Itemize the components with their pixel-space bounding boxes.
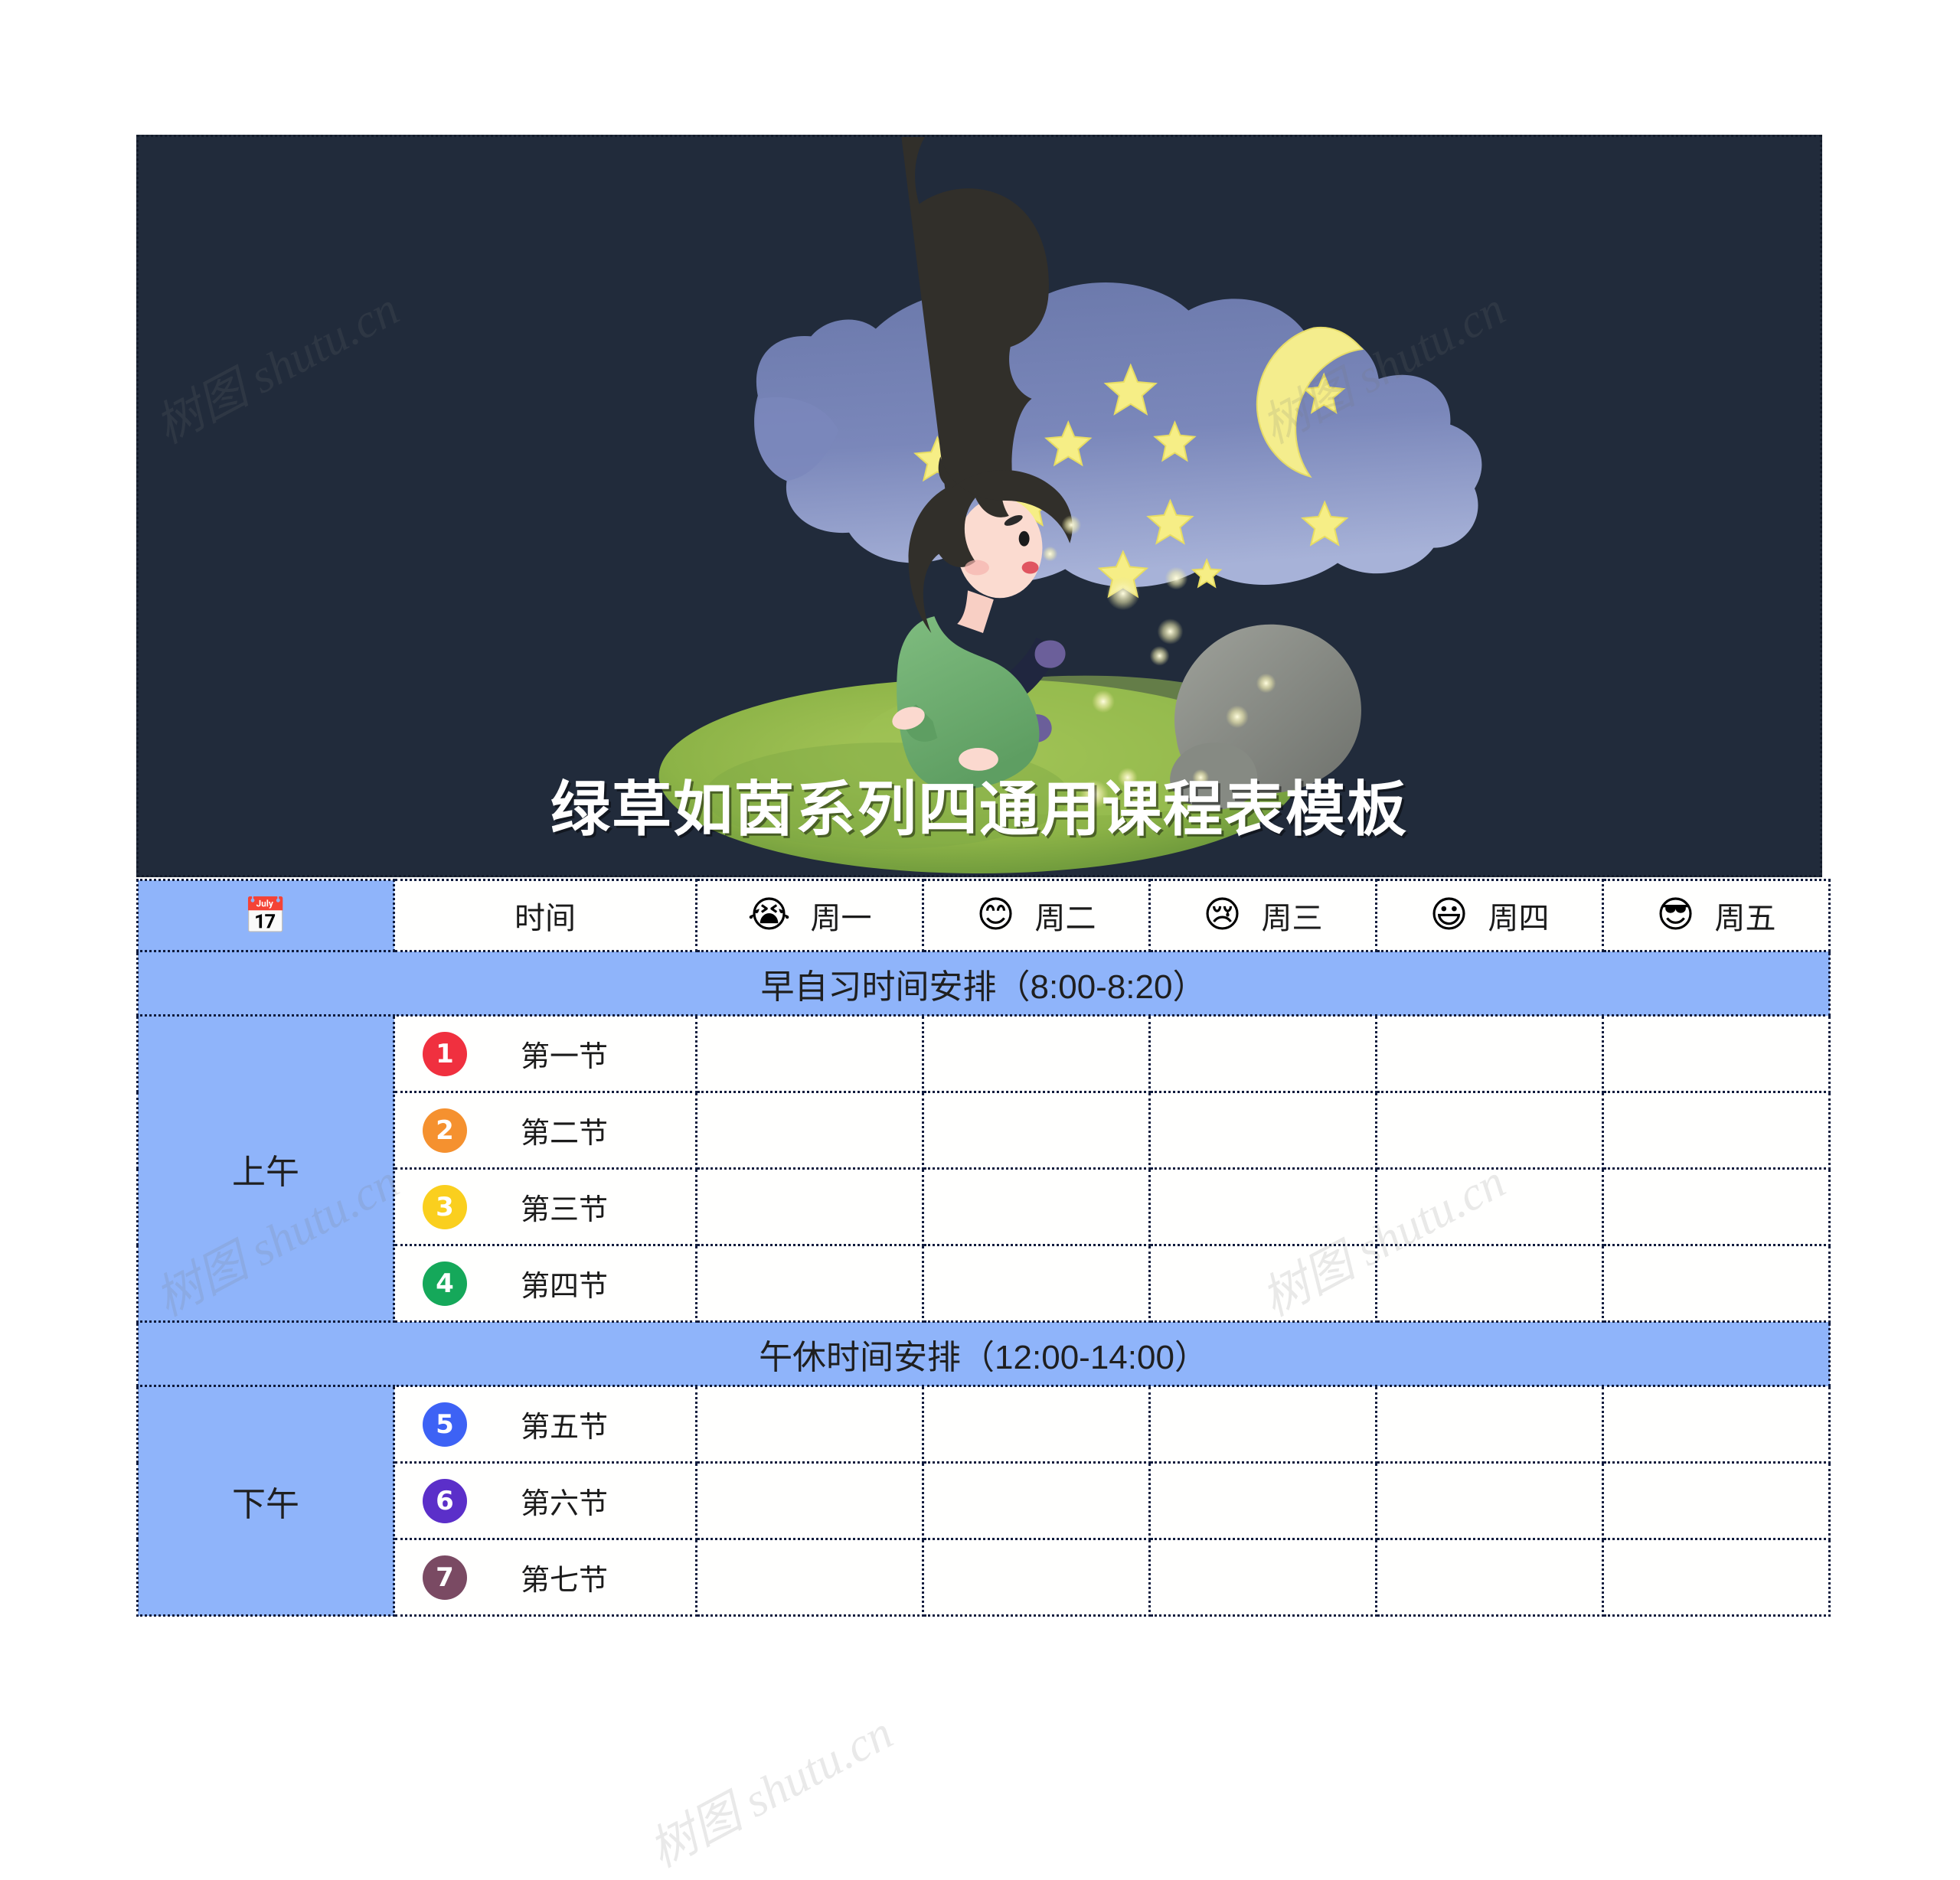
smiling-face-icon: 😊	[976, 895, 1015, 935]
period-cell: 3 第三节	[393, 1167, 697, 1246]
day-header-thursday: 😃 周四	[1375, 879, 1604, 952]
period-badge: 7	[423, 1555, 467, 1600]
class-slot[interactable]	[1602, 1244, 1831, 1323]
day-label: 周二	[1034, 902, 1096, 935]
period-label: 第四节	[520, 1271, 608, 1303]
period-label: 第七节	[520, 1565, 608, 1597]
period-cell: 5 第五节	[393, 1385, 697, 1464]
class-slot[interactable]	[922, 1014, 1151, 1093]
class-slot[interactable]	[922, 1091, 1151, 1170]
header-banner: 绿草如茵系列四通用课程表模板	[136, 135, 1822, 877]
period-cell: 7 第七节	[393, 1538, 697, 1617]
watermark: 树图 shutu.cn	[641, 1706, 901, 1878]
period-cell: 2 第二节	[393, 1091, 697, 1170]
night-sky-ribbon	[754, 282, 1482, 599]
class-slot[interactable]	[1148, 1091, 1377, 1170]
period-badge: 4	[423, 1261, 467, 1306]
day-header-monday: 😭 周一	[695, 879, 924, 952]
day-label: 周三	[1261, 902, 1323, 935]
lunch-break-band-row: 午休时间安排（12:00-14:00）	[136, 1320, 1831, 1387]
period-cell: 4 第四节	[393, 1244, 697, 1323]
class-slot[interactable]	[1148, 1461, 1377, 1540]
class-slot[interactable]	[1375, 1461, 1604, 1540]
class-slot[interactable]	[1602, 1091, 1831, 1170]
loudly-crying-face-icon: 😭	[747, 895, 791, 935]
class-slot[interactable]	[695, 1091, 924, 1170]
class-slot[interactable]	[1148, 1385, 1377, 1464]
class-slot[interactable]	[1375, 1538, 1604, 1617]
class-slot[interactable]	[695, 1385, 924, 1464]
time-column-header: 时间	[393, 879, 697, 952]
sunglasses-face-icon: 😎	[1656, 895, 1695, 935]
day-header-tuesday: 😊 周二	[922, 879, 1151, 952]
day-header-wednesday: 😢 周三	[1148, 879, 1377, 952]
class-slot[interactable]	[922, 1461, 1151, 1540]
calendar-cell: 📅	[136, 879, 395, 952]
period-label: 第二节	[520, 1118, 608, 1150]
session-label-afternoon: 下午	[136, 1385, 395, 1617]
period-badge: 2	[423, 1108, 467, 1153]
class-slot[interactable]	[1148, 1014, 1377, 1093]
class-slot[interactable]	[1148, 1538, 1377, 1617]
morning-study-band: 早自习时间安排（8:00-8:20）	[136, 950, 1831, 1017]
class-slot[interactable]	[1375, 1244, 1604, 1323]
period-badge: 1	[423, 1031, 467, 1076]
period-badge: 3	[423, 1184, 467, 1229]
class-slot[interactable]	[922, 1538, 1151, 1617]
day-label: 周四	[1488, 902, 1550, 935]
class-slot[interactable]	[1602, 1461, 1831, 1540]
period-cell: 1 第一节	[393, 1014, 697, 1093]
period-label: 第三节	[520, 1194, 608, 1226]
class-schedule-table: 📅 时间 😭 周一 😊 周二 😢 周三 😃 周四 😎 周五 早自习时间安排（8:…	[136, 879, 1831, 1617]
class-slot[interactable]	[1148, 1167, 1377, 1246]
class-slot[interactable]	[1602, 1538, 1831, 1617]
class-slot[interactable]	[695, 1244, 924, 1323]
lunch-break-band: 午休时间安排（12:00-14:00）	[136, 1320, 1831, 1387]
class-slot[interactable]	[1602, 1014, 1831, 1093]
class-slot[interactable]	[1375, 1167, 1604, 1246]
period-label: 第六节	[520, 1488, 608, 1520]
period-label: 第五节	[520, 1412, 608, 1444]
class-slot[interactable]	[1375, 1014, 1604, 1093]
calendar-icon: 📅	[243, 896, 288, 935]
class-slot[interactable]	[1602, 1167, 1831, 1246]
page-title: 绿草如茵系列四通用课程表模板	[550, 775, 1408, 843]
session-label-morning: 上午	[136, 1014, 395, 1323]
table-header-row: 📅 时间 😭 周一 😊 周二 😢 周三 😃 周四 😎 周五	[136, 879, 1831, 952]
day-label: 周五	[1714, 902, 1776, 935]
class-slot[interactable]	[1375, 1385, 1604, 1464]
class-slot[interactable]	[922, 1385, 1151, 1464]
period-badge: 6	[423, 1478, 467, 1523]
day-header-friday: 😎 周五	[1602, 879, 1831, 952]
class-slot[interactable]	[695, 1167, 924, 1246]
class-slot[interactable]	[922, 1244, 1151, 1323]
class-slot[interactable]	[695, 1014, 924, 1093]
class-slot[interactable]	[1148, 1244, 1377, 1323]
period-cell: 6 第六节	[393, 1461, 697, 1540]
class-slot[interactable]	[695, 1461, 924, 1540]
schedule-template-page: 绿草如茵系列四通用课程表模板 📅 时间 😭 周一 😊 周二 😢 周三 😃 周四 …	[0, 0, 1960, 1878]
class-slot[interactable]	[695, 1538, 924, 1617]
class-slot[interactable]	[1602, 1385, 1831, 1464]
grinning-face-icon: 😃	[1429, 895, 1468, 935]
table-row: 上午 1 第一节	[136, 1014, 1831, 1323]
crying-face-icon: 😢	[1203, 895, 1242, 935]
class-slot[interactable]	[922, 1167, 1151, 1246]
table-row: 下午 5 第五节	[136, 1385, 1831, 1617]
period-badge: 5	[423, 1402, 467, 1447]
period-label: 第一节	[520, 1041, 608, 1073]
class-slot[interactable]	[1375, 1091, 1604, 1170]
day-label: 周一	[810, 902, 872, 935]
morning-study-band-row: 早自习时间安排（8:00-8:20）	[136, 950, 1831, 1017]
